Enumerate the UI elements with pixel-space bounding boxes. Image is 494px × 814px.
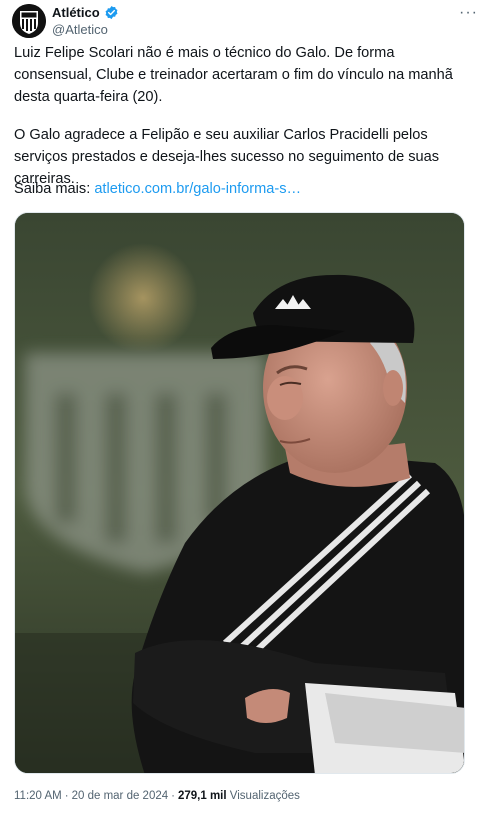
views-count: 279,1 mil (177, 790, 227, 802)
name-row: Atlético (52, 5, 119, 20)
account-handle[interactable]: @Atletico (52, 22, 108, 37)
tweet-meta: 11:20 AM · 20 de mar de 2024 · 279,1 mil Vis… (14, 790, 300, 802)
tweet-time[interactable]: 11:20 AM (14, 790, 62, 802)
verified-badge-icon (104, 5, 119, 20)
account-avatar[interactable] (12, 4, 46, 38)
cam-crest-logo (12, 4, 46, 38)
tweet-date[interactable]: 20 de mar de 2024 (72, 790, 169, 802)
tweet-paragraph-1: Luiz Felipe Scolari não é mais o técnico… (14, 45, 453, 105)
separator-dot: · (64, 790, 69, 802)
separator-dot: · (171, 790, 175, 802)
photo-scolari (15, 213, 464, 773)
tweet-photo[interactable] (14, 212, 465, 774)
display-name[interactable]: Atlético (52, 5, 100, 20)
saiba-mais-label: Saiba mais: (14, 181, 95, 197)
tweet-link[interactable]: atletico.com.br/galo-informa-s… (94, 181, 301, 197)
more-options-icon[interactable]: ··· (459, 4, 478, 22)
tweet-paragraph-3: Saiba mais: atletico.com.br/galo-informa… (14, 178, 464, 200)
views-label: Visualizações (229, 790, 300, 802)
tweet-card: Atlético @Atletico ··· Luiz Felipe Scola… (0, 0, 494, 814)
